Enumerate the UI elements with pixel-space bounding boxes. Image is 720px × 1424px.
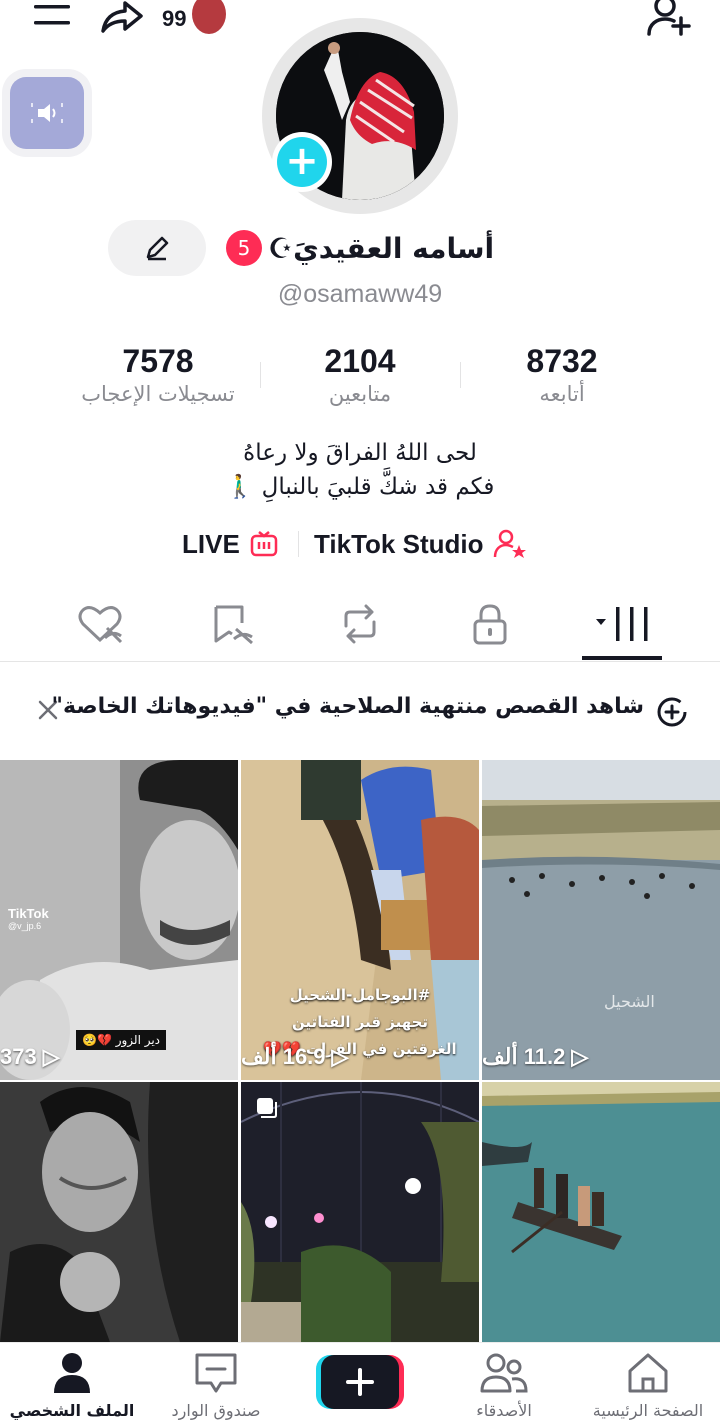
bio-line: فكم قد شكَّ قلبيَ بالنبالِ 🚶‍♂️ [225, 474, 495, 500]
studio-label: TikTok Studio [314, 528, 484, 559]
nav-friends[interactable]: الأصدقاء [432, 1351, 576, 1424]
video-image [241, 1082, 479, 1342]
expired-stories-notice[interactable]: شاهد القصص منتهية الصلاحية في "فيديوهاتك… [0, 686, 720, 734]
stat-likes[interactable]: 7578 تسجيلات الإعجاب [58, 343, 258, 406]
menu-icon[interactable] [28, 0, 76, 30]
video-thumbnail[interactable] [482, 1082, 720, 1342]
add-story-button[interactable]: + [272, 132, 332, 192]
nav-home[interactable]: الصفحة الرئيسية [576, 1351, 720, 1424]
tab-reposts[interactable] [320, 596, 400, 652]
floating-sound-button[interactable] [10, 77, 84, 149]
video-image [482, 1082, 720, 1342]
nav-inbox[interactable]: صندوق الوارد [144, 1351, 288, 1424]
pencil-icon [146, 236, 169, 261]
profile-tabs [0, 590, 720, 662]
view-count: ▷ 16.9 ألف [241, 1044, 465, 1070]
home-icon [628, 1353, 668, 1393]
play-icon: ▷ [331, 1044, 349, 1069]
plus-icon: + [277, 137, 327, 187]
level-badge: 5 [226, 230, 262, 266]
liked-hidden-icon [78, 606, 123, 644]
add-friend-icon[interactable] [640, 0, 696, 36]
share-icon[interactable] [96, 0, 148, 34]
repost-icon [344, 604, 376, 644]
speaker-icon [31, 103, 63, 123]
live-label: LIVE [182, 528, 240, 559]
tab-private[interactable] [450, 596, 530, 652]
view-count: ▷ 11.2 ألف [482, 1044, 706, 1070]
view-count-text: 16.9 ألف [241, 1044, 326, 1069]
caption-line: تجهيز قبر الفتاتين [291, 1013, 429, 1031]
story-plus-icon [656, 696, 688, 728]
profile-avatar-frame[interactable]: + [262, 18, 458, 214]
bio-line: لحى اللهُ الفراقَ ولا رعاهُ [243, 440, 477, 466]
video-thumbnail[interactable]: TikTok @v_jp.6 دير الزور 💔🥺 ▷ 373 [0, 760, 238, 1080]
video-overlay-text: الشحيل [604, 992, 655, 1011]
stat-followers[interactable]: 2104 متابعين [260, 343, 460, 406]
stat-label: تسجيلات الإعجاب [81, 382, 235, 406]
stat-divider [460, 362, 461, 388]
play-icon: ▷ [571, 1044, 589, 1069]
video-thumbnail[interactable] [0, 1082, 238, 1342]
stat-value: 7578 [122, 343, 194, 379]
video-image [0, 1082, 238, 1342]
play-icon: ▷ [42, 1044, 60, 1069]
bio: لحى اللهُ الفراقَ ولا رعاهُ فكم قد شكَّ … [0, 436, 720, 504]
notification-count: 99 [162, 6, 187, 31]
view-count-text: 373 [0, 1044, 37, 1069]
view-count: ▷ 373 [0, 1044, 224, 1070]
stat-value: 8732 [526, 343, 598, 379]
nav-label: الصفحة الرئيسية [592, 1401, 704, 1420]
profile-icon [54, 1353, 90, 1393]
lock-icon [473, 604, 507, 645]
nav-label: الملف الشخصي [9, 1401, 135, 1420]
stat-label: أتابعه [539, 382, 585, 406]
nav-profile[interactable]: الملف الشخصي [0, 1351, 144, 1424]
link-divider [298, 531, 299, 557]
nav-label: الأصدقاء [476, 1401, 532, 1420]
view-count-text: 11.2 ألف [482, 1044, 566, 1069]
stat-label: متابعين [328, 382, 392, 406]
tiktok-studio-link[interactable]: TikTok Studio [314, 522, 527, 566]
active-tab-indicator [582, 656, 662, 660]
stats-row: 8732 أتابعه 2104 متابعين 7578 تسجيلات ال… [0, 343, 720, 423]
edit-profile-button[interactable] [108, 220, 206, 276]
video-thumbnail[interactable]: الشحيل ▷ 11.2 ألف [482, 760, 720, 1080]
mini-avatar [192, 0, 226, 34]
watermark-user: @v_jp.6 [8, 921, 42, 931]
favorites-hidden-icon [214, 605, 253, 645]
display-name: أسامه العقيديَ☪︎ [268, 231, 495, 265]
video-image [482, 760, 720, 1080]
notice-text: شاهد القصص منتهية الصلاحية في "فيديوهاتك… [51, 694, 644, 719]
nav-label: صندوق الوارد [171, 1401, 261, 1420]
caption-line: #البوجامل-الشحيل [289, 986, 431, 1004]
video-grid: الشحيل ▷ 11.2 ألف #البوجامل-الشحيل تجهيز … [0, 760, 720, 1342]
create-button[interactable] [316, 1355, 404, 1409]
inbox-icon [195, 1353, 237, 1393]
studio-user-star-icon [494, 529, 527, 558]
friends-icon [480, 1353, 528, 1393]
live-link[interactable]: LIVE [182, 522, 278, 566]
live-tv-icon [250, 531, 278, 557]
video-thumbnail[interactable]: #البوجامل-الشحيل تجهيز قبر الفتاتين الغر… [241, 760, 479, 1080]
username[interactable]: @osamaww49 [0, 280, 720, 309]
notification-avatar[interactable]: 99 [162, 0, 228, 34]
profile-name-row: 5 أسامه العقيديَ☪︎ [226, 226, 506, 270]
stat-divider [260, 362, 261, 388]
bottom-nav: الصفحة الرئيسية الأصدقاء صندوق الوارد ال… [0, 1342, 720, 1424]
video-thumbnail[interactable] [241, 1082, 479, 1342]
stat-following[interactable]: 8732 أتابعه [462, 343, 662, 406]
tab-liked[interactable] [60, 596, 140, 652]
profile-links: LIVE TikTok Studio [0, 522, 720, 566]
watermark-logo: TikTok [8, 906, 49, 921]
grid-icon [596, 607, 648, 641]
tab-videos[interactable] [582, 596, 662, 652]
stat-value: 2104 [324, 343, 396, 379]
tab-favorites[interactable] [192, 596, 272, 652]
tiktok-watermark: TikTok @v_jp.6 [8, 906, 49, 931]
multi-photo-icon [255, 1096, 279, 1120]
